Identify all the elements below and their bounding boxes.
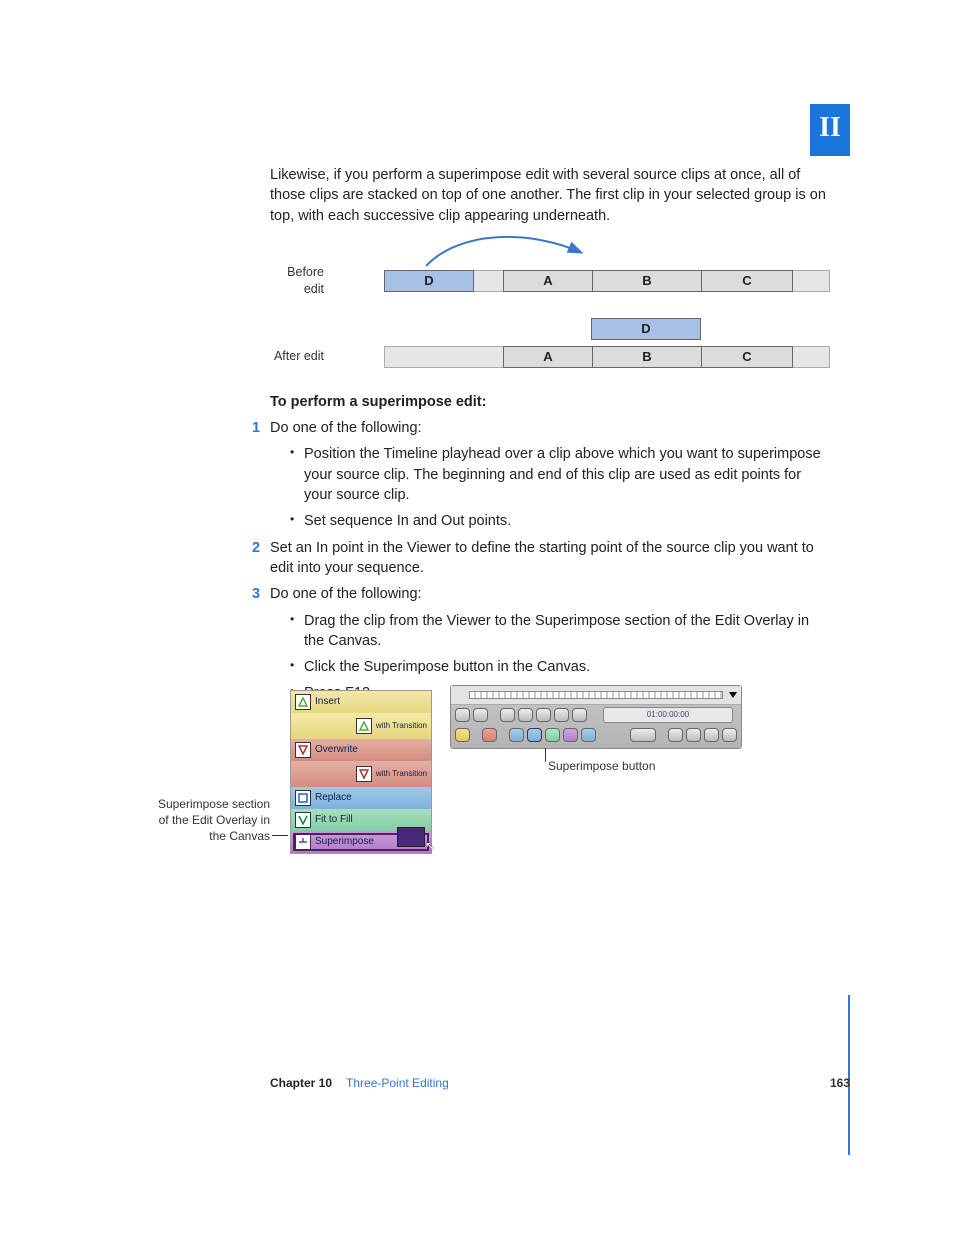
clip-d: D xyxy=(384,270,474,292)
step-1: 1 Do one of the following: Position the … xyxy=(270,418,830,531)
overwrite-button[interactable] xyxy=(482,728,497,742)
before-edit-label: Before edit xyxy=(270,264,324,299)
step-2: 2 Set an In point in the Viewer to defin… xyxy=(270,538,830,579)
superimpose-icon xyxy=(295,834,311,850)
overlay-caption: Superimpose section of the Edit Overlay … xyxy=(150,796,270,845)
overlay-replace-label: Replace xyxy=(315,791,352,805)
overwrite-transition-icon xyxy=(356,766,372,782)
overlay-superimpose[interactable]: Superimpose ↖ xyxy=(291,831,431,853)
insert-button[interactable] xyxy=(455,728,470,742)
page: II Likewise, if you perform a superimpos… xyxy=(0,0,954,1235)
playhead-icon xyxy=(729,692,737,698)
step-text: Do one of the following: xyxy=(270,420,422,436)
arrow-icon xyxy=(420,226,620,270)
clip-d-after: D xyxy=(591,318,701,340)
step-text: Do one of the following: xyxy=(270,586,422,602)
superimpose-diagram: Before edit D A B C D xyxy=(270,264,830,368)
chapter-label: Chapter 10 xyxy=(270,1075,332,1092)
step-number: 1 xyxy=(252,418,260,438)
overlay-insert[interactable]: Insert xyxy=(291,691,431,713)
after-track-upper: D xyxy=(384,319,830,341)
canvas-transport-row: 01:00:00:00 xyxy=(451,705,741,725)
overlay-superimpose-label: Superimpose xyxy=(315,835,374,849)
task-heading: To perform a superimpose edit: xyxy=(270,392,830,412)
intro-paragraph: Likewise, if you perform a superimpose e… xyxy=(270,165,830,226)
main-content: Likewise, if you perform a superimpose e… xyxy=(270,165,830,710)
callout-line-icon xyxy=(545,748,546,762)
clip-b: B xyxy=(592,270,702,292)
overlay-overwrite-transition[interactable]: with Transition xyxy=(291,761,431,787)
superimpose-button[interactable] xyxy=(563,728,578,742)
canvas-controls: 01:00:00:00 xyxy=(450,685,742,749)
step-text: Set an In point in the Viewer to define … xyxy=(270,540,814,576)
scrubber[interactable] xyxy=(469,691,723,699)
overlay-insert-transition[interactable]: with Transition xyxy=(291,713,431,739)
prev-edit-button[interactable] xyxy=(500,708,515,722)
with-transition-label: with Transition xyxy=(376,722,427,730)
canvas-edit-row xyxy=(451,725,741,745)
fit-to-fill-button[interactable] xyxy=(545,728,560,742)
match-frame-button[interactable] xyxy=(630,728,656,742)
next-edit-button[interactable] xyxy=(572,708,587,722)
mark-split-button[interactable] xyxy=(722,728,737,742)
after-edit-label: After edit xyxy=(270,348,324,366)
mark-clip-button[interactable] xyxy=(668,728,683,742)
mark-in-button[interactable] xyxy=(455,708,470,722)
clip-c: C xyxy=(701,270,793,292)
bullet: Click the Superimpose button in the Canv… xyxy=(290,657,830,677)
play-in-out-button[interactable] xyxy=(518,708,533,722)
edit-button[interactable] xyxy=(581,728,596,742)
mark-out-button[interactable] xyxy=(473,708,488,722)
overlay-insert-label: Insert xyxy=(315,695,340,709)
play-around-button[interactable] xyxy=(554,708,569,722)
after-track-lower: A B C xyxy=(384,346,830,368)
insert-icon xyxy=(295,694,311,710)
bullet: Set sequence In and Out points. xyxy=(290,511,830,531)
timecode-display[interactable]: 01:00:00:00 xyxy=(603,707,733,723)
clip-a: A xyxy=(503,270,593,292)
clip-c-after: C xyxy=(701,346,793,368)
overlay-replace[interactable]: Replace xyxy=(291,787,431,809)
replace-button[interactable] xyxy=(509,728,524,742)
step-list: 1 Do one of the following: Position the … xyxy=(270,418,830,704)
figure-row: Superimpose section of the Edit Overlay … xyxy=(150,690,844,870)
play-button[interactable] xyxy=(536,708,551,722)
overlay-overwrite-label: Overwrite xyxy=(315,743,358,757)
drag-thumbnail xyxy=(397,827,425,847)
step-1-bullets: Position the Timeline playhead over a cl… xyxy=(290,444,830,531)
replace-icon xyxy=(295,790,311,806)
overlay-fit-to-fill-label: Fit to Fill xyxy=(315,813,353,827)
edit-overlay: Insert with Transition Overwrite xyxy=(290,690,432,854)
step-number: 2 xyxy=(252,538,260,558)
replace-menu-button[interactable] xyxy=(527,728,542,742)
add-keyframe-button[interactable] xyxy=(686,728,701,742)
fit-to-fill-icon xyxy=(295,812,311,828)
with-transition-label: with Transition xyxy=(376,770,427,778)
clip-a-after: A xyxy=(503,346,593,368)
page-number: 163 xyxy=(830,1075,850,1092)
cursor-icon: ↖ xyxy=(425,838,435,855)
overwrite-icon xyxy=(295,742,311,758)
callout-line-icon xyxy=(272,835,288,836)
chapter-title: Three-Point Editing xyxy=(346,1075,449,1092)
bullet: Position the Timeline playhead over a cl… xyxy=(290,444,830,505)
add-marker-button[interactable] xyxy=(704,728,719,742)
clip-b-after: B xyxy=(592,346,702,368)
overlay-overwrite[interactable]: Overwrite xyxy=(291,739,431,761)
bullet: Drag the clip from the Viewer to the Sup… xyxy=(290,611,830,652)
page-footer: Chapter 10 Three-Point Editing 163 xyxy=(270,1075,850,1092)
before-track: D A B C xyxy=(384,270,830,292)
insert-transition-icon xyxy=(356,718,372,734)
canvas-caption: Superimpose button xyxy=(548,758,655,775)
part-tab: II xyxy=(810,104,850,156)
step-number: 3 xyxy=(252,584,260,604)
canvas-scrubber-row xyxy=(451,686,741,705)
